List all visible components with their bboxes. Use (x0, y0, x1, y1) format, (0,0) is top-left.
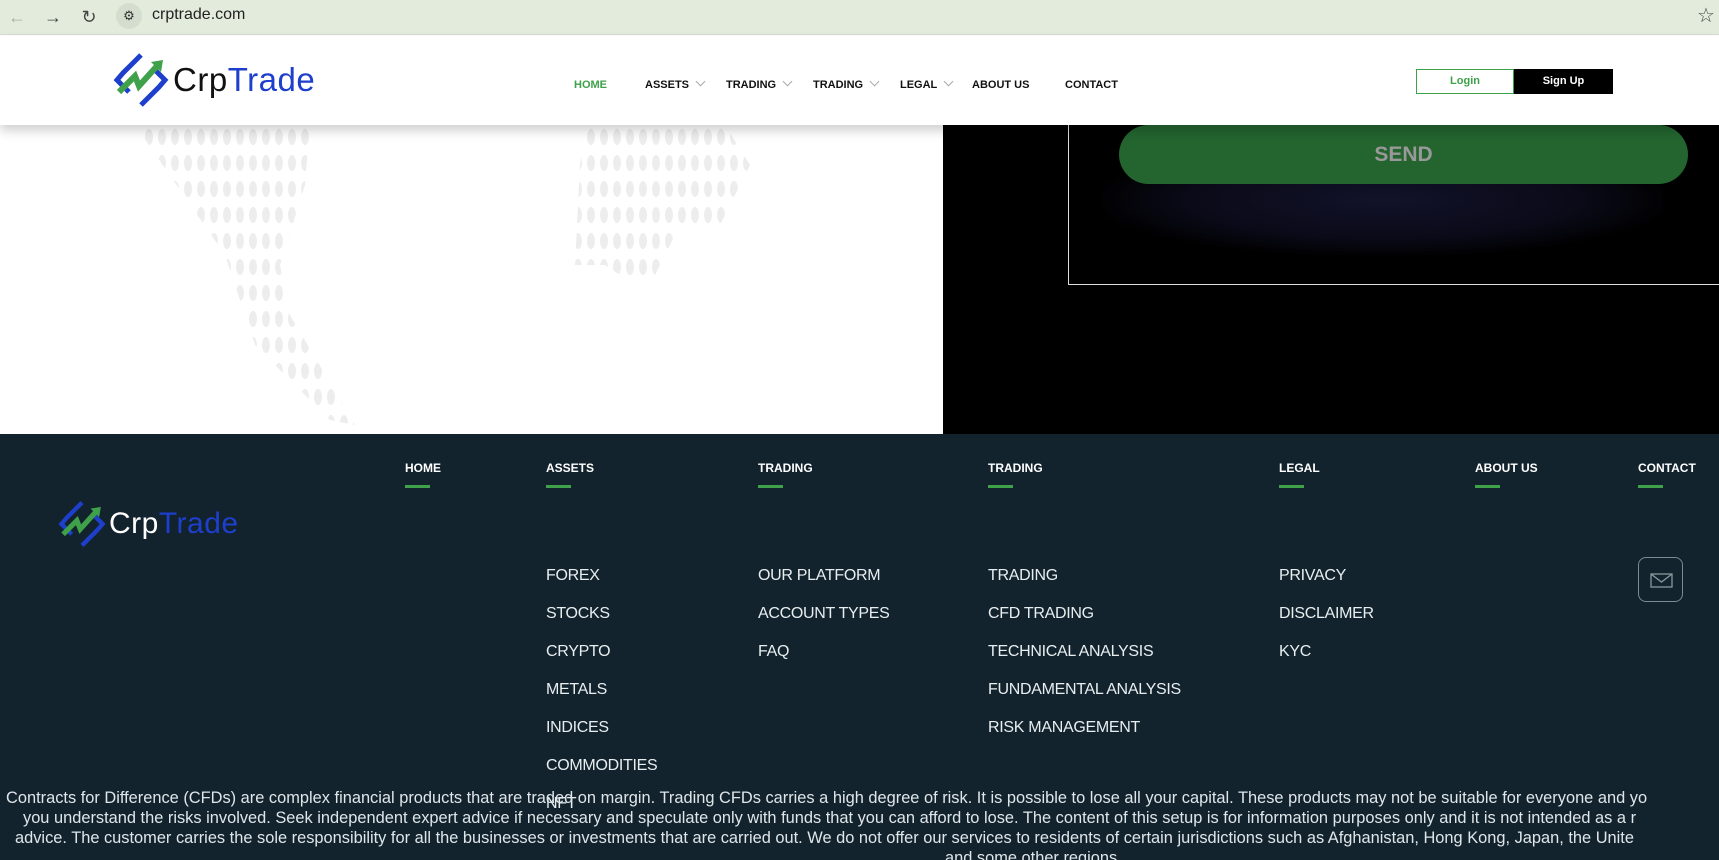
logo-text-crp: Crp (109, 507, 159, 540)
contact-form-panel: SEND (943, 125, 1719, 434)
reload-icon[interactable]: ↻ (76, 4, 102, 30)
url-text[interactable]: crptrade.com (152, 6, 245, 24)
logo-text-trade: Trade (158, 507, 239, 540)
footer-link-fundamental-analysis[interactable]: FUNDAMENTAL ANALYSIS (988, 681, 1181, 719)
chevron-down-icon (782, 76, 793, 87)
login-button[interactable]: Login (1416, 69, 1514, 94)
site-settings-icon[interactable]: ⚙ (116, 3, 142, 29)
nav-legal[interactable]: LEGAL (900, 76, 954, 91)
site-header: Crp Trade HOME ASSETS TRADING TRADING LEG… (0, 36, 1719, 125)
footer-logo[interactable]: Crp Trade (58, 500, 239, 548)
logo-mark-icon (113, 53, 169, 107)
footer-link-disclaimer[interactable]: DISCLAIMER (1279, 605, 1374, 643)
footer-link-our-platform[interactable]: OUR PLATFORM (758, 567, 890, 605)
nav-legal-label: LEGAL (900, 79, 938, 91)
chevron-down-icon (869, 76, 880, 87)
disclaimer-line: Contracts for Difference (CFDs) are comp… (6, 789, 1648, 807)
logo-text-trade: Trade (227, 61, 316, 98)
footer-link-stocks[interactable]: STOCKS (546, 605, 657, 643)
nav-trading-label: TRADING (726, 79, 777, 91)
send-button[interactable]: SEND (1119, 125, 1688, 184)
footer-link-kyc[interactable]: KYC (1279, 643, 1374, 681)
nav-assets[interactable]: ASSETS (645, 76, 706, 91)
footer-link-trading[interactable]: TRADING (988, 567, 1181, 605)
email-button[interactable] (1638, 557, 1683, 602)
logo-mark-icon (58, 501, 106, 547)
footer-link-faq[interactable]: FAQ (758, 643, 890, 681)
nav-home[interactable]: HOME (574, 79, 607, 91)
footer-link-cfd-trading[interactable]: CFD TRADING (988, 605, 1181, 643)
footer-heading-trading-2[interactable]: TRADING (988, 461, 1043, 488)
footer-legal-list: PRIVACY DISCLAIMER KYC (1279, 567, 1374, 681)
footer-link-technical-analysis[interactable]: TECHNICAL ANALYSIS (988, 643, 1181, 681)
envelope-icon (1650, 573, 1673, 588)
nav-trading[interactable]: TRADING (726, 76, 793, 91)
site-logo[interactable]: Crp Trade (113, 52, 315, 108)
nav-trading-2[interactable]: TRADING (813, 76, 880, 91)
dotted-world-map (0, 125, 943, 434)
browser-toolbar: ← → ↻ ⚙ crptrade.com ☆ (0, 0, 1719, 35)
signup-button[interactable]: Sign Up (1514, 69, 1613, 94)
footer-trading-list: OUR PLATFORM ACCOUNT TYPES FAQ (758, 567, 890, 681)
footer-link-privacy[interactable]: PRIVACY (1279, 567, 1374, 605)
back-arrow-icon[interactable]: ← (4, 4, 30, 30)
disclaimer-line: you understand the risks involved. Seek … (23, 809, 1637, 827)
address-bar[interactable] (110, 1, 1690, 31)
disclaimer-line: and some other regions. (945, 849, 1122, 860)
nav-assets-label: ASSETS (645, 79, 690, 91)
chevron-down-icon (695, 76, 706, 87)
footer-heading-legal[interactable]: LEGAL (1279, 461, 1320, 488)
forward-arrow-icon[interactable]: → (40, 4, 66, 30)
footer-link-crypto[interactable]: CRYPTO (546, 643, 657, 681)
footer-link-risk-management[interactable]: RISK MANAGEMENT (988, 719, 1181, 757)
footer-heading-home[interactable]: HOME (405, 461, 441, 488)
footer-link-metals[interactable]: METALS (546, 681, 657, 719)
footer-heading-assets[interactable]: ASSETS (546, 461, 594, 488)
footer-link-indices[interactable]: INDICES (546, 719, 657, 757)
world-map-dots-icon (135, 125, 750, 425)
bookmark-star-icon[interactable]: ☆ (1697, 3, 1715, 28)
footer-link-account-types[interactable]: ACCOUNT TYPES (758, 605, 890, 643)
nav-contact[interactable]: CONTACT (1065, 79, 1118, 91)
footer-heading-trading[interactable]: TRADING (758, 461, 813, 488)
site-footer: Crp Trade HOME ASSETS FOREX STOCKS CRYPTO… (0, 434, 1719, 860)
nav-about-us[interactable]: ABOUT US (972, 79, 1029, 91)
footer-heading-contact[interactable]: CONTACT (1638, 461, 1696, 488)
footer-heading-about-us[interactable]: ABOUT US (1475, 461, 1538, 488)
footer-trading-2-list: TRADING CFD TRADING TECHNICAL ANALYSIS F… (988, 567, 1181, 757)
logo-text-crp: Crp (173, 61, 228, 98)
disclaimer-line: advice. The customer carries the sole re… (15, 829, 1634, 847)
chevron-down-icon (943, 76, 954, 87)
footer-link-forex[interactable]: FOREX (546, 567, 657, 605)
nav-trading-2-label: TRADING (813, 79, 864, 91)
